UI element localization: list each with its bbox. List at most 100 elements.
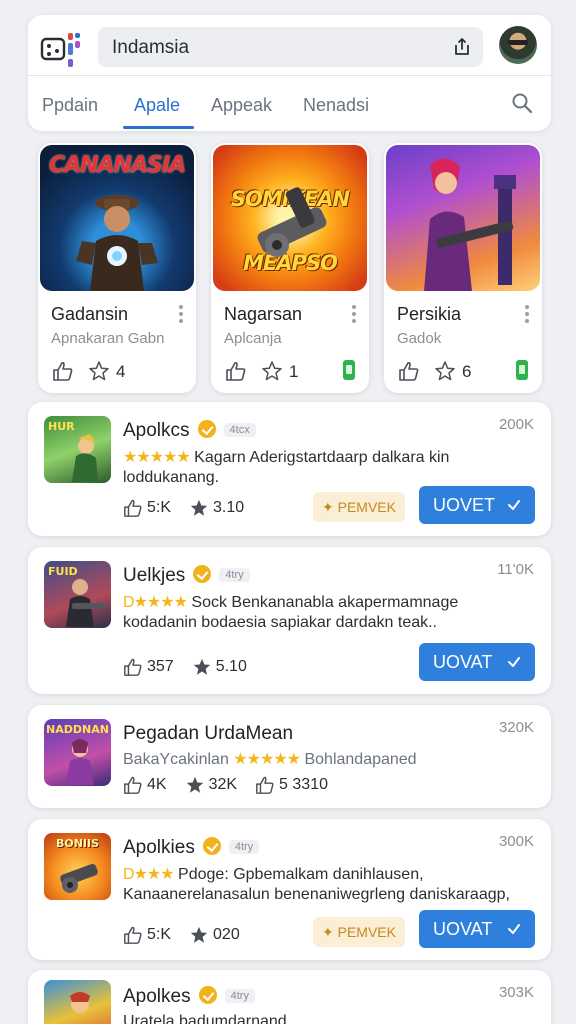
premium-label: PEMVEK [337, 924, 396, 940]
game-art [386, 145, 540, 291]
featured-card-2[interactable]: SOMIKEAN MEAPSO Nagarsan Aplcanja 1 [211, 143, 369, 393]
star-icon[interactable] [261, 360, 283, 382]
share-icon[interactable] [451, 36, 473, 58]
premium-label: PEMVEK [337, 499, 396, 515]
more-options-icon[interactable] [525, 305, 529, 323]
app-description: BakaYcakinlan ★★★★★ Bohlandapaned [123, 750, 523, 770]
description-text: Pdoge: Gpbemalkam danihlausen, Kanaanere… [123, 866, 510, 903]
rating-value: 32K [208, 776, 238, 793]
rating-count: 1 [289, 362, 299, 381]
download-size: 303K [498, 984, 534, 1001]
more-options-icon[interactable] [179, 305, 183, 323]
premium-badge[interactable]: ✦ PEMVEK [313, 917, 405, 947]
rating-value: 3.10 [213, 499, 245, 516]
install-label: UOVAT [433, 652, 493, 672]
app-title-text: Uelkjes [123, 565, 186, 586]
version-chip: 4try [224, 989, 255, 1003]
likes-count: 357 [147, 658, 174, 675]
checkmark-icon [508, 924, 520, 934]
install-button[interactable]: UOVAT [419, 910, 535, 948]
device-badge-icon [343, 360, 355, 380]
avatar[interactable] [499, 26, 537, 64]
install-label: UOVET [433, 495, 496, 515]
app-stats: 5:K 3.10 [123, 498, 244, 518]
app-title: Nagarsan [224, 304, 303, 324]
verified-badge-icon [197, 420, 216, 438]
app-thumbnail: NADDNAN [44, 719, 111, 786]
tab-appeak[interactable]: Appeak [211, 95, 272, 116]
rating-count: 4 [116, 362, 126, 381]
star-rating: ★★★★ [133, 594, 188, 611]
rating-value: 020 [213, 926, 240, 943]
thumbs-up-icon[interactable] [123, 775, 143, 795]
download-size: 200K [498, 416, 534, 433]
app-description: ★★★★★ Kagarn Aderigstartdaarp dalkara ki… [123, 448, 523, 488]
star-lead: D [123, 594, 135, 611]
star-icon[interactable] [88, 360, 110, 382]
app-title: Apolkes 4try [123, 986, 255, 1008]
tab-apale[interactable]: Apale [134, 95, 180, 116]
thumbs-up-icon[interactable] [52, 360, 74, 382]
thumbs-up-icon[interactable] [123, 498, 143, 518]
app-thumbnail: FUID [44, 561, 111, 628]
list-item[interactable]: HUR Apolkcs 4tcx 200K ★★★★★ Kagarn Aderig… [28, 402, 551, 536]
tab-ppdain[interactable]: Ppdain [42, 95, 98, 116]
star-rating: ★★★ [133, 866, 175, 883]
version-chip: 4try [219, 568, 250, 582]
app-title: Uelkjes 4try [123, 565, 250, 587]
install-label: UOVAT [433, 919, 493, 939]
active-tab-indicator [123, 126, 194, 129]
verified-badge-icon [193, 565, 212, 583]
app-stats: 4K 32K 5 3310 [123, 775, 328, 795]
game-art: SOMIKEAN MEAPSO [213, 145, 367, 291]
app-logo-icon[interactable] [40, 29, 82, 71]
featured-card-3[interactable]: Persikia Gadok 6 [384, 143, 542, 393]
star-icon [186, 776, 203, 793]
app-stats: 5:K 020 [123, 925, 240, 945]
thumbs-up-icon[interactable] [123, 925, 143, 945]
app-title: Apolkcs 4tcx [123, 420, 256, 442]
description-prefix: BakaYcakinlan [123, 751, 229, 768]
list-item[interactable]: NADDNAN Pegadan UrdaMean 320K BakaYcakin… [28, 705, 551, 808]
thumbs-up-icon[interactable] [123, 657, 143, 677]
likes-count: 5:K [147, 499, 172, 516]
app-subtitle: Aplcanja [224, 330, 282, 347]
app-thumbnail: BONIIS [44, 833, 111, 900]
featured-card-1[interactable]: CANANASIA Gadansin Apnakaran Gabn 4 [38, 143, 196, 393]
search-input[interactable]: Indamsia [112, 37, 189, 59]
star-icon [193, 658, 210, 675]
likes-count: 4K [147, 776, 167, 793]
app-title: Persikia [397, 304, 462, 324]
version-chip: 4tcx [223, 423, 256, 437]
thumbs-up-icon[interactable] [225, 360, 247, 382]
list-item[interactable]: FUID Uelkjes 4try 11'0K D★★★★ Sock Benkan… [28, 547, 551, 694]
header-divider [28, 75, 551, 76]
app-stats: 357 5.10 [123, 657, 247, 677]
verified-badge-icon [202, 837, 221, 855]
app-subtitle: Gadok [397, 330, 442, 347]
star-icon[interactable] [434, 360, 456, 382]
thumbs-up-icon[interactable] [398, 360, 420, 382]
app-title: Gadansin [51, 304, 129, 324]
game-art: CANANASIA [40, 145, 194, 291]
search-icon[interactable] [511, 92, 533, 114]
thumbs-up-icon[interactable] [255, 775, 275, 795]
list-item[interactable]: Apolkes 4try 303K Uratela badumdarnand [28, 970, 551, 1024]
rating-value: 5.10 [215, 658, 247, 675]
star-lead: D [123, 866, 135, 883]
app-title-text: Apolkcs [123, 420, 190, 441]
star-icon [190, 926, 208, 943]
list-item[interactable]: BONIIS Apolkies 4try 300K D★★★ Pdoge: Gpb… [28, 819, 551, 960]
star-icon [190, 499, 208, 516]
premium-badge[interactable]: ✦ PEMVEK [313, 492, 405, 522]
install-button[interactable]: UOVET [419, 486, 535, 524]
version-chip: 4try [228, 840, 260, 854]
app-thumbnail [44, 980, 111, 1024]
star-rating: ★★★★★ [123, 449, 191, 466]
thumbnail-label: BONIIS [55, 837, 100, 850]
search-bar[interactable]: Indamsia [98, 27, 483, 67]
install-button[interactable]: UOVAT [419, 643, 535, 681]
tab-nenadsi[interactable]: Nenadsi [303, 95, 369, 116]
more-options-icon[interactable] [352, 305, 356, 323]
app-thumbnail: HUR [44, 416, 111, 483]
